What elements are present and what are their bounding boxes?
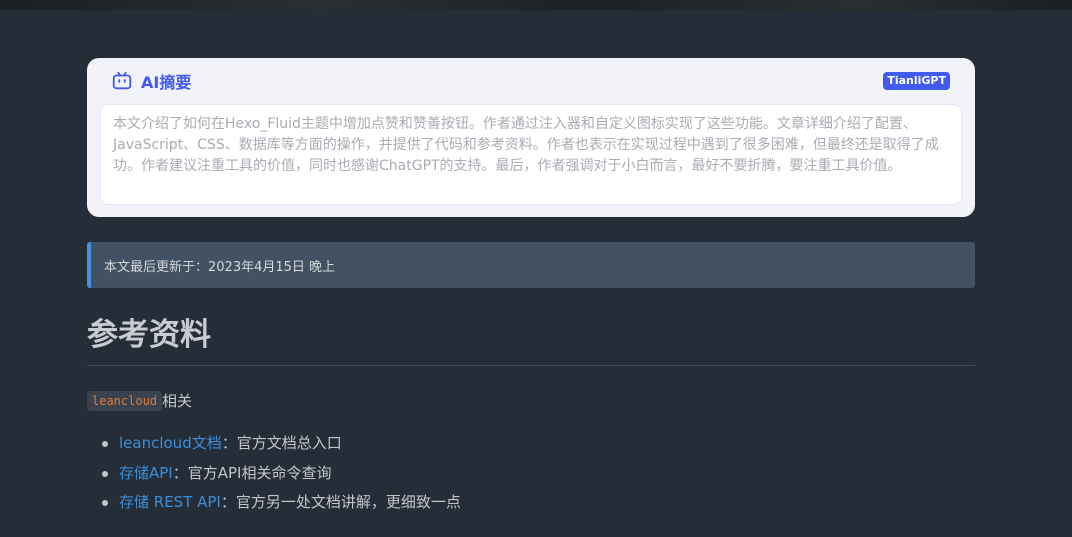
list-item: 存储 REST API：官方另一处文档讲解，更细致一点 [102, 488, 975, 518]
last-updated-note: 本文最后更新于：2023年4月15日 晚上 [87, 242, 975, 288]
storage-rest-api-link[interactable]: 存储 REST API [119, 493, 221, 511]
leancloud-paragraph: leancloud 相关 [87, 390, 975, 411]
article-content: AI摘要 TianliGPT 本文介绍了如何在Hexo_Fluid主题中增加点赞… [87, 58, 975, 518]
list-item: 存储API：官方API相关命令查询 [102, 459, 975, 489]
ai-summary-header: AI摘要 TianliGPT [100, 58, 962, 104]
leancloud-docs-link[interactable]: leancloud文档 [119, 434, 222, 452]
robot-icon [111, 70, 133, 92]
inline-code-leancloud: leancloud [87, 390, 163, 411]
ai-summary-title: AI摘要 [141, 73, 192, 92]
storage-api-link[interactable]: 存储API [119, 464, 173, 482]
list-item-desc: ：官方另一处文档讲解，更细致一点 [220, 493, 461, 511]
ai-summary-card: AI摘要 TianliGPT 本文介绍了如何在Hexo_Fluid主题中增加点赞… [87, 58, 975, 217]
paragraph-suffix: 相关 [162, 392, 193, 410]
section-heading-references: 参考资料 [87, 315, 975, 366]
list-item: leancloud文档：官方文档总入口 [102, 429, 975, 459]
top-banner-image [0, 0, 1072, 10]
list-item-desc: ：官方文档总入口 [221, 434, 342, 452]
reference-list: leancloud文档：官方文档总入口 存储API：官方API相关命令查询 存储… [87, 429, 975, 518]
tianligpt-badge[interactable]: TianliGPT [883, 72, 950, 90]
list-item-desc: ：官方API相关命令查询 [172, 463, 332, 482]
ai-summary-text: 本文介绍了如何在Hexo_Fluid主题中增加点赞和赞善按钮。作者通过注入器和自… [100, 104, 962, 205]
